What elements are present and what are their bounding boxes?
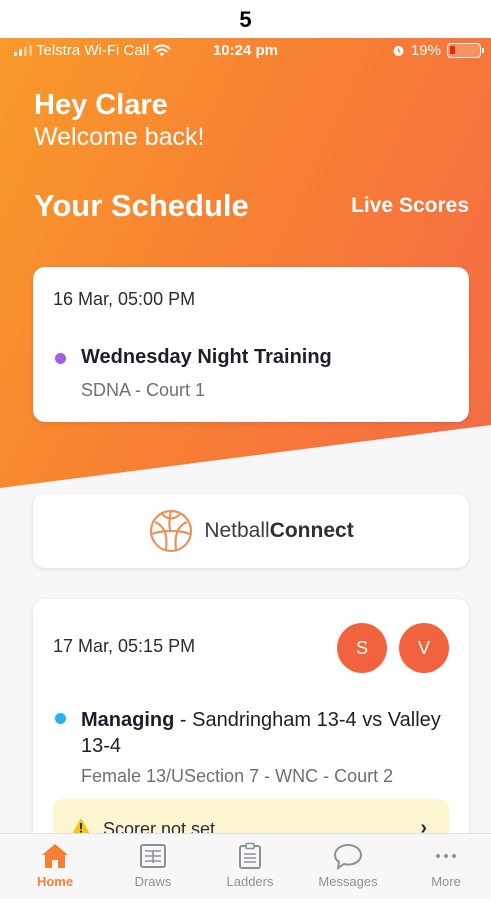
battery-level (450, 46, 455, 54)
tab-home[interactable]: Home (10, 842, 100, 889)
tab-messages[interactable]: Messages (303, 842, 393, 889)
greeting-name: Hey Clare (34, 89, 168, 121)
app-screen: Telstra Wi-Fi Call 10:24 pm 19% Hey Clar… (0, 38, 491, 899)
event-type-dot (55, 713, 66, 724)
netball-icon (150, 509, 193, 553)
team-avatar[interactable]: V (399, 623, 449, 673)
live-scores-link[interactable]: Live Scores (351, 194, 469, 218)
netball-connect-banner[interactable]: NetballConnect (33, 494, 469, 568)
status-bar: Telstra Wi-Fi Call 10:24 pm 19% (0, 38, 491, 64)
battery-icon (447, 43, 484, 58)
event-location: SDNA - Court 1 (81, 380, 206, 400)
netball-connect-logo-text: NetballConnect (204, 519, 354, 542)
team-avatar[interactable]: S (337, 623, 387, 673)
event-title: Wednesday Night Training (81, 346, 332, 368)
status-battery-group: 19% (392, 42, 484, 59)
more-icon (436, 854, 456, 858)
ladders-icon (239, 842, 261, 869)
event-date: 16 Mar, 05:00 PM (53, 289, 196, 309)
event-location: Female 13/USection 7 - WNC - Court 2 (81, 766, 394, 786)
page-number-label: 5 (0, 0, 491, 38)
tab-ladders[interactable]: Ladders (205, 842, 295, 889)
welcome-text: Welcome back! (34, 123, 205, 151)
messages-icon (333, 843, 363, 870)
event-date: 17 Mar, 05:15 PM (53, 636, 196, 656)
event-card[interactable]: 17 Mar, 05:15 PM S V Managing - Sandring… (33, 599, 469, 859)
event-type-dot (55, 353, 66, 364)
battery-percent: 19% (410, 42, 441, 59)
schedule-title: Your Schedule (34, 188, 249, 223)
tab-draws[interactable]: Draws (108, 842, 198, 889)
home-icon (42, 844, 68, 868)
event-title: Managing - Sandringham 13-4 vs Valley 13… (81, 709, 441, 757)
greeting: Hey Clare Welcome back! (34, 88, 204, 152)
tab-more[interactable]: More (401, 842, 491, 889)
alarm-icon (393, 46, 404, 56)
draws-icon (140, 844, 166, 868)
event-card[interactable]: 16 Mar, 05:00 PM Wednesday Night Trainin… (33, 267, 469, 422)
bottom-tab-bar: Home Draws Ladders Messages More (0, 833, 491, 899)
